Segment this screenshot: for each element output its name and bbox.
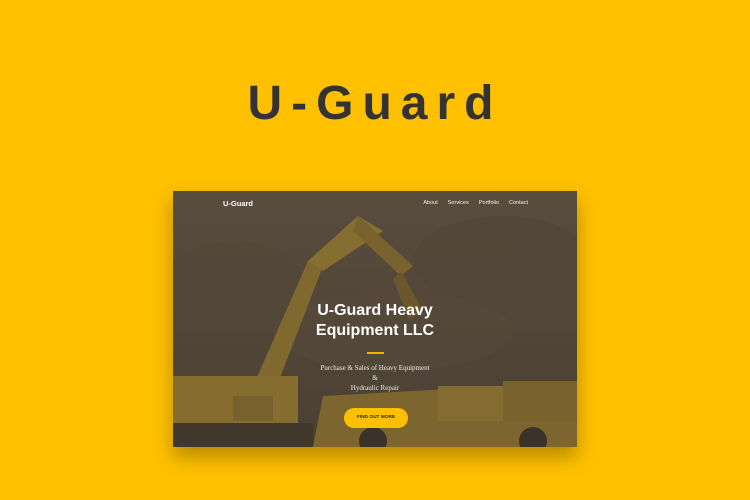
- nav-links: About Services Portfolio Contact: [423, 200, 528, 206]
- hero-divider: [367, 352, 384, 354]
- site-navbar: U-Guard About Services Portfolio Contact: [173, 191, 577, 217]
- hero-title-line-2: Equipment LLC: [315, 322, 435, 339]
- hero-title-line-1: U-Guard Heavy: [317, 302, 433, 319]
- nav-link-services[interactable]: Services: [448, 200, 469, 206]
- nav-link-portfolio[interactable]: Portfolio: [479, 200, 499, 206]
- hero-subtitle-line-3: Hydraulic Repair: [350, 384, 400, 392]
- website-preview: U-Guard About Services Portfolio Contact…: [173, 191, 577, 447]
- nav-link-about[interactable]: About: [423, 200, 437, 206]
- hero-subtitle-line-1: Purchase & Sales of Heavy Equipment: [320, 364, 430, 372]
- hero-subtitle-line-2: &: [372, 374, 378, 382]
- find-out-more-button[interactable]: FIND OUT MORE: [344, 408, 408, 428]
- nav-link-contact[interactable]: Contact: [509, 200, 528, 206]
- hero-subtitle: Purchase & Sales of Heavy Equipment & Hy…: [173, 363, 577, 393]
- site-brand-logo[interactable]: U-Guard: [223, 199, 253, 208]
- banner-title: U-Guard: [247, 77, 503, 130]
- hero-title: U-Guard Heavy Equipment LLC: [173, 301, 577, 341]
